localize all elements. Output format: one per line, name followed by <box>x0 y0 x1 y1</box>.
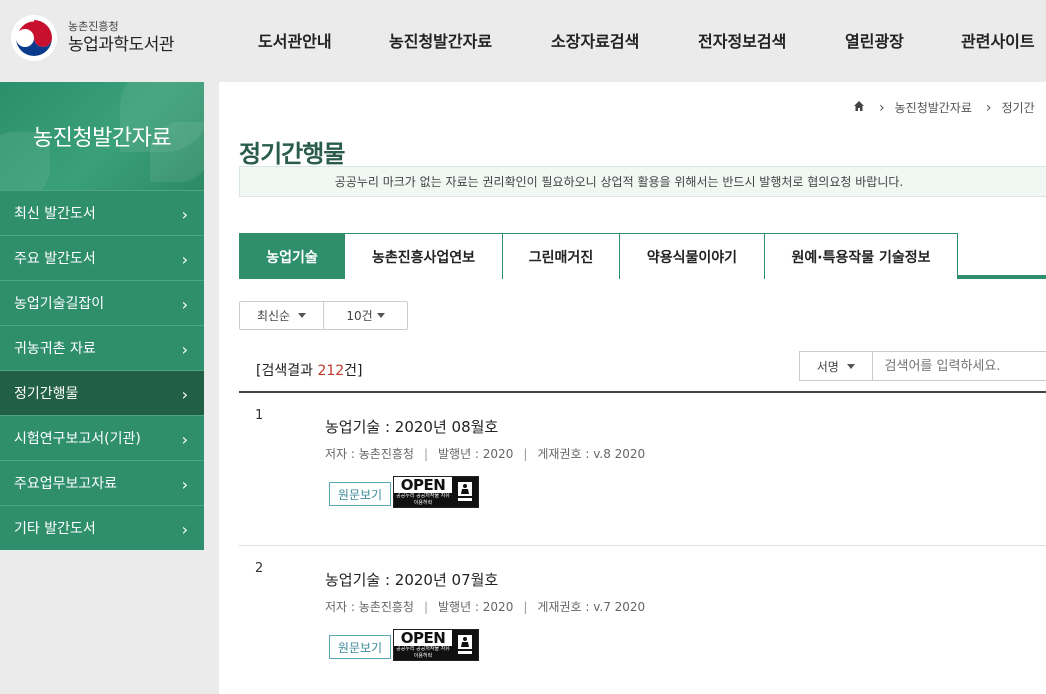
sidebar-item-research-reports[interactable]: 시험연구보고서(기관) › <box>0 415 204 460</box>
sidebar-item-farming-return[interactable]: 귀농귀촌 자료 › <box>0 325 204 370</box>
sidebar-item-periodicals[interactable]: 정기간행물 › <box>0 370 204 415</box>
nav-open-plaza[interactable]: 열린광장 <box>845 28 904 52</box>
sidebar-item-label: 주요 발간도서 <box>14 251 96 267</box>
open-badge-subtext: 공공누리 공공저작물 자유이용허락 <box>394 493 452 507</box>
main-content: › 농진청발간자료 › 정기간 정기간행물 공공누리 마크가 없는 자료는 권리… <box>219 82 1046 694</box>
sort-select[interactable]: 최신순 <box>240 302 323 329</box>
chevron-right-icon: › <box>181 520 188 539</box>
sidebar-item-label: 농업기술길잡이 <box>14 296 105 312</box>
nav-library-info[interactable]: 도서관안내 <box>258 28 332 52</box>
chevron-right-icon: › <box>181 475 188 494</box>
caret-down-icon <box>376 313 385 318</box>
chevron-right-icon: › <box>181 340 188 359</box>
item-number: 1 <box>255 408 264 423</box>
attribution-icon <box>452 477 478 507</box>
result-suffix: 건] <box>344 363 363 379</box>
page-title: 정기간행물 <box>239 140 345 168</box>
nav-rda-publications[interactable]: 농진청발간자료 <box>389 28 492 52</box>
list-item: 2 농업기술 : 2020년 07월호 저자 : 농촌진흥청 | 발행년 : 202… <box>239 561 1046 671</box>
kogl-open-license-badge: OPEN 공공누리 공공저작물 자유이용허락 <box>393 629 479 661</box>
sidebar-item-label: 기타 발간도서 <box>14 521 96 537</box>
list-top-border <box>239 391 1046 393</box>
breadcrumb: › 농진청발간자료 › 정기간 <box>853 99 1035 116</box>
sidebar-header: 농진청발간자료 <box>0 82 204 190</box>
category-tabs: 농업기술 농촌진흥사업연보 그린매거진 약용식물이야기 원예·특용작물 기술정보 <box>239 233 1046 279</box>
chevron-right-icon: › <box>181 250 188 269</box>
sidebar-item-label: 최신 발간도서 <box>14 206 96 222</box>
sidebar-item-label: 귀농귀촌 자료 <box>14 341 96 357</box>
nav-e-resources[interactable]: 전자정보검색 <box>698 28 786 52</box>
breadcrumb-item[interactable]: 농진청발간자료 <box>895 99 972 116</box>
tab-green-magazine[interactable]: 그린매거진 <box>502 233 620 279</box>
sidebar-item-label: 주요업무보고자료 <box>14 476 118 492</box>
search-field-select[interactable]: 서명 <box>800 352 873 380</box>
sidebar-item-label: 시험연구보고서(기관) <box>14 431 141 447</box>
home-icon[interactable] <box>853 100 865 115</box>
view-original-button[interactable]: 원문보기 <box>329 635 391 659</box>
logo-subtitle: 농촌진흥청 <box>68 20 119 33</box>
sidebar-item-major[interactable]: 주요 발간도서 › <box>0 235 204 280</box>
nav-collection-search[interactable]: 소장자료검색 <box>551 28 639 52</box>
search-input[interactable] <box>872 352 1046 380</box>
attribution-icon <box>452 630 478 660</box>
chevron-right-icon: › <box>181 205 188 224</box>
sidebar-item-work-reports[interactable]: 주요업무보고자료 › <box>0 460 204 505</box>
item-title[interactable]: 농업기술 : 2020년 08월호 <box>325 416 498 437</box>
item-volume: 게재권호 : v.7 2020 <box>537 600 646 614</box>
view-original-button[interactable]: 원문보기 <box>329 482 391 506</box>
item-meta: 저자 : 농촌진흥청 | 발행년 : 2020 | 게재권호 : v.7 2020 <box>325 600 646 614</box>
item-meta: 저자 : 농촌진흥청 | 발행년 : 2020 | 게재권호 : v.8 2020 <box>325 447 646 461</box>
breadcrumb-item[interactable]: 정기간 <box>1002 99 1035 116</box>
chevron-right-icon: › <box>181 295 188 314</box>
sidebar-menu: 최신 발간도서 › 주요 발간도서 › 농업기술길잡이 › 귀농귀촌 자료 › 정기간행… <box>0 190 204 550</box>
kogl-open-license-badge: OPEN 공공누리 공공저작물 자유이용허락 <box>393 476 479 508</box>
result-prefix: [검색결과 <box>256 363 318 379</box>
item-volume: 게재권호 : v.8 2020 <box>537 447 646 461</box>
copyright-notice: 공공누리 마크가 없는 자료는 권리확인이 필요하오니 상업적 활용을 위해서는… <box>239 166 1046 197</box>
caret-down-icon <box>846 363 855 369</box>
sidebar-item-latest[interactable]: 최신 발간도서 › <box>0 190 204 235</box>
page-size-select[interactable]: 10건 <box>323 302 407 329</box>
tab-annual-report[interactable]: 농촌진흥사업연보 <box>344 233 503 279</box>
site-logo[interactable]: 농촌진흥청 농업과학도서관 <box>10 14 174 62</box>
item-number: 2 <box>255 561 264 576</box>
sort-value: 최신순 <box>256 309 291 323</box>
tab-medicinal-plants[interactable]: 약용식물이야기 <box>619 233 765 279</box>
sidebar-item-label: 정기간행물 <box>14 386 79 402</box>
list-filters: 최신순 10건 <box>239 301 408 330</box>
open-badge-text: OPEN <box>400 629 446 647</box>
search-box: 서명 <box>799 351 1046 381</box>
item-year: 발행년 : 2020 <box>438 447 514 461</box>
tab-agri-tech[interactable]: 농업기술 <box>239 233 345 279</box>
item-title[interactable]: 농업기술 : 2020년 07월호 <box>325 569 498 590</box>
page-size-value: 10건 <box>346 309 373 323</box>
item-author: 저자 : 농촌진흥청 <box>325 447 414 461</box>
item-author: 저자 : 농촌진흥청 <box>325 600 414 614</box>
open-badge-text: OPEN <box>400 476 446 494</box>
item-year: 발행년 : 2020 <box>438 600 514 614</box>
result-number: 212 <box>317 363 345 379</box>
sidebar: 농진청발간자료 최신 발간도서 › 주요 발간도서 › 농업기술길잡이 › 귀농귀촌 … <box>0 82 204 552</box>
open-badge-subtext: 공공누리 공공저작물 자유이용허락 <box>394 646 452 660</box>
taegeuk-emblem-icon <box>10 14 58 62</box>
nav-related-sites[interactable]: 관련사이트 <box>961 28 1035 52</box>
result-count: [검색결과 212건] <box>256 360 363 380</box>
chevron-right-icon: › <box>879 99 885 116</box>
tab-horticulture-info[interactable]: 원예·특용작물 기술정보 <box>764 233 958 279</box>
chevron-right-icon: › <box>181 385 188 404</box>
list-divider <box>239 545 1046 546</box>
search-field-value: 서명 <box>816 359 839 374</box>
site-header: 농촌진흥청 농업과학도서관 도서관안내 농진청발간자료 소장자료검색 전자정보검… <box>0 0 1046 82</box>
sidebar-item-guide[interactable]: 농업기술길잡이 › <box>0 280 204 325</box>
logo-title: 농업과학도서관 <box>68 35 174 55</box>
chevron-right-icon: › <box>181 430 188 449</box>
chevron-right-icon: › <box>985 99 992 116</box>
caret-down-icon <box>298 313 307 318</box>
sidebar-title: 농진청발간자료 <box>32 126 172 151</box>
sidebar-item-other[interactable]: 기타 발간도서 › <box>0 505 204 550</box>
list-item: 1 농업기술 : 2020년 08월호 저자 : 농촌진흥청 | 발행년 : 202… <box>239 408 1046 518</box>
